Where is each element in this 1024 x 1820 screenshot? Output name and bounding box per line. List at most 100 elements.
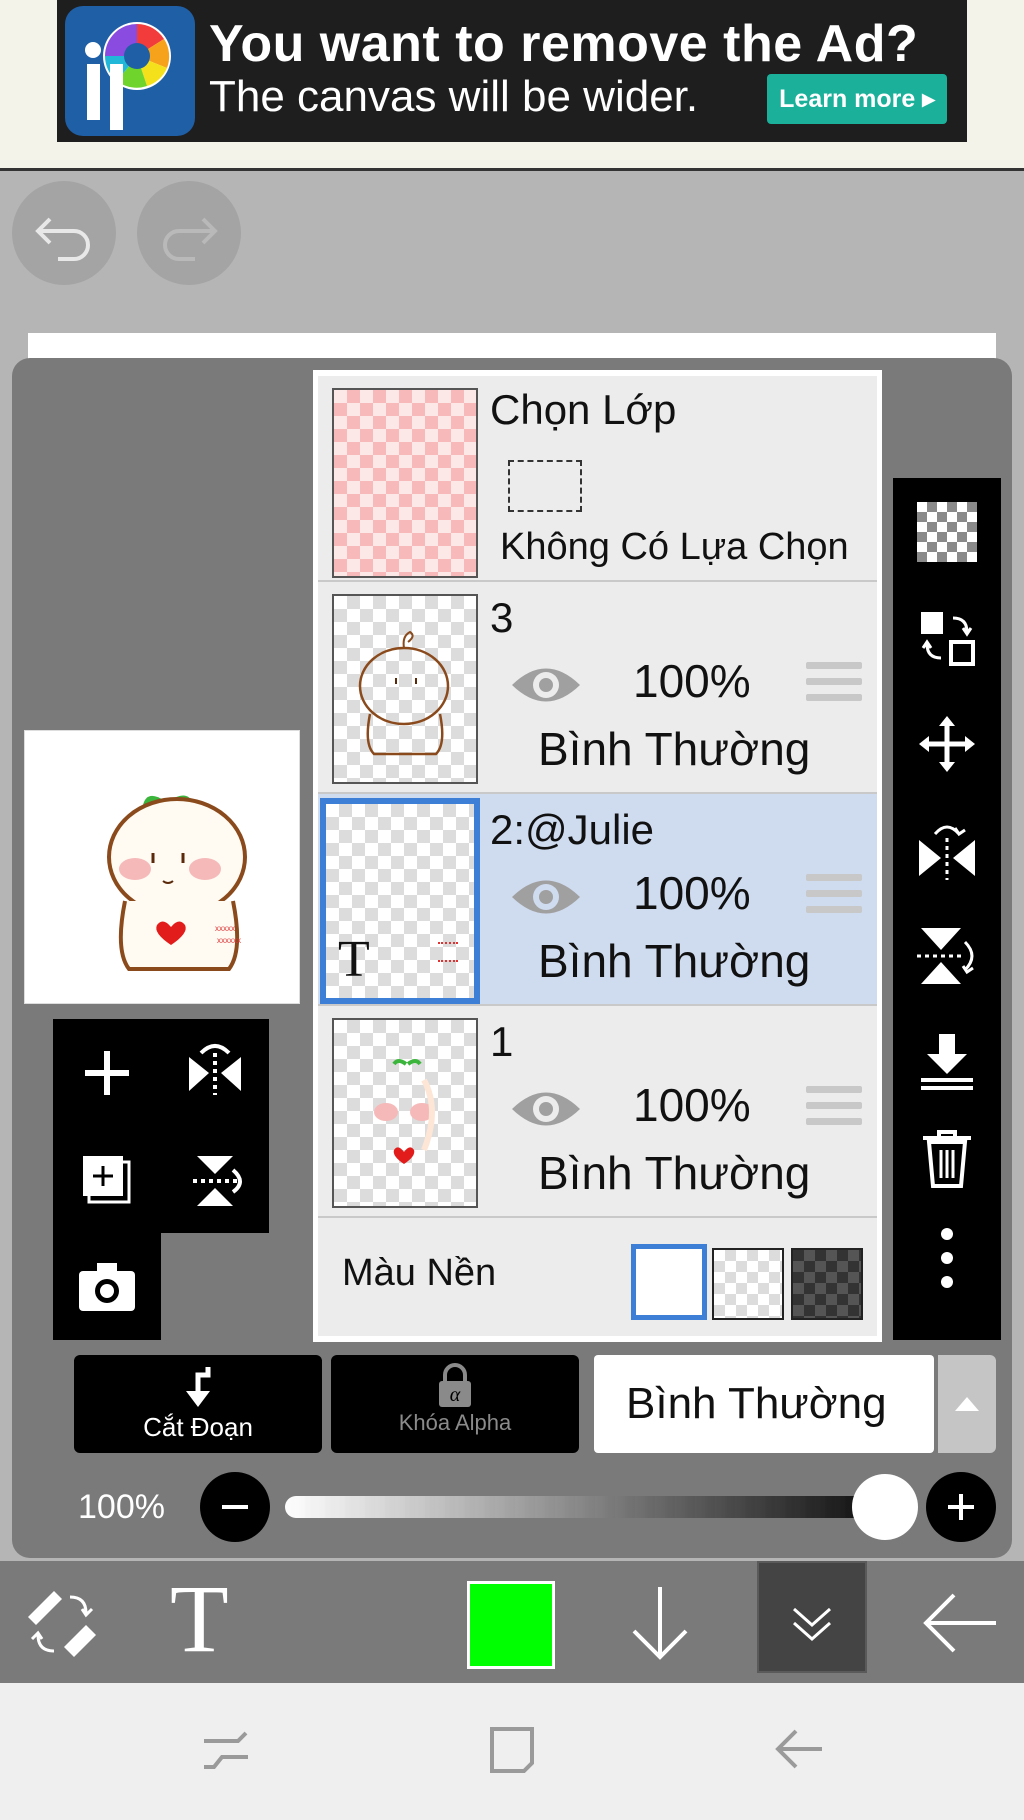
drag-handle-icon[interactable] [806, 1086, 862, 1134]
delete-layer-button[interactable] [893, 1118, 1001, 1198]
tool-switch-button[interactable] [20, 1581, 104, 1665]
selection-layer-row[interactable]: Chọn Lớp Không Có Lựa Chọn [318, 376, 877, 582]
opacity-decrease-button[interactable] [200, 1472, 270, 1542]
background-label: Màu Nền [342, 1252, 497, 1294]
visibility-eye-icon[interactable] [508, 872, 584, 927]
eraser-swap-icon [28, 1591, 96, 1657]
home-icon [490, 1727, 534, 1773]
flip-layer-vertical-button[interactable] [893, 916, 1001, 996]
flip-vertical-icon [193, 1156, 242, 1206]
back-icon [775, 1729, 822, 1769]
visibility-eye-icon[interactable] [508, 1084, 584, 1139]
clipping-label: Cắt Đoạn [143, 1412, 253, 1442]
recent-apps-button[interactable] [196, 1721, 256, 1781]
flip-canvas-horizontal-button[interactable] [161, 1019, 269, 1126]
background-white-swatch[interactable] [631, 1244, 707, 1320]
flip-horizontal-icon [189, 1044, 241, 1095]
text-preview-marks [438, 942, 458, 962]
layer-name: 3 [490, 594, 514, 641]
background-color-row: Màu Nền [318, 1218, 877, 1336]
trash-icon [923, 1130, 971, 1188]
blend-mode-dropdown-button[interactable] [938, 1355, 996, 1453]
bottom-toolbar: T [0, 1561, 1024, 1683]
alpha-lock-icon: α [439, 1363, 471, 1407]
more-icon [941, 1228, 953, 1288]
layer-opacity[interactable]: 100% [633, 654, 751, 708]
text-layer-icon: T [338, 931, 370, 988]
layer-add-icon [83, 1156, 131, 1204]
alpha-lock-button[interactable]: α Khóa Alpha [331, 1355, 579, 1453]
layer-thumbnail [332, 594, 478, 784]
layer-opacity[interactable]: 100% [633, 866, 751, 920]
selection-layer-title: Chọn Lớp [490, 386, 677, 433]
flip-canvas-vertical-button[interactable] [161, 1126, 269, 1233]
undo-icon [35, 217, 90, 261]
checker-icon [917, 502, 977, 562]
layer-down-button[interactable] [620, 1581, 700, 1665]
selection-status: Không Có Lựa Chọn [500, 526, 849, 568]
home-button[interactable] [482, 1719, 542, 1779]
camera-icon [79, 1263, 135, 1311]
svg-text:xxxxxx: xxxxxx [217, 936, 241, 945]
text-tool-button[interactable]: T [170, 1569, 250, 1669]
layer-row[interactable]: 3 100% Bình Thường [318, 582, 877, 794]
layer-row-selected[interactable]: T 2:@Julie 100% Bình Thường [318, 794, 877, 1006]
plus-icon [85, 1051, 129, 1095]
download-icon [632, 1587, 688, 1660]
learn-more-button[interactable]: Learn more ▸ [767, 74, 947, 124]
system-back-button[interactable] [768, 1719, 828, 1779]
recent-apps-icon [204, 1731, 248, 1769]
opacity-slider-thumb[interactable] [852, 1474, 918, 1540]
drag-handle-icon[interactable] [806, 874, 862, 922]
layer-opacity[interactable]: 100% [633, 1078, 751, 1132]
ad-area: You want to remove the Ad? The canvas wi… [0, 0, 1024, 171]
clipping-arrow-icon [186, 1367, 211, 1407]
more-options-button[interactable] [893, 1218, 1001, 1298]
visibility-eye-icon[interactable] [508, 660, 584, 715]
background-dark-swatch[interactable] [791, 1248, 863, 1320]
camera-button[interactable] [53, 1233, 161, 1340]
collapse-panel-button[interactable] [757, 1561, 867, 1673]
undo-button[interactable] [12, 181, 116, 285]
flip-horizontal-icon [919, 825, 975, 880]
layer-blend-mode[interactable]: Bình Thường [538, 1146, 810, 1200]
move-layer-button[interactable] [893, 704, 1001, 784]
layer-blend-mode[interactable]: Bình Thường [538, 934, 810, 988]
ad-banner[interactable]: You want to remove the Ad? The canvas wi… [57, 0, 967, 142]
layer-row[interactable]: 1 100% Bình Thường [318, 1006, 877, 1218]
clipping-button[interactable]: Cắt Đoạn [74, 1355, 322, 1453]
layer-name: 1 [490, 1018, 514, 1065]
back-arrow-icon [923, 1593, 996, 1653]
ad-title: You want to remove the Ad? [209, 15, 919, 73]
blend-mode-select[interactable]: Bình Thường [594, 1355, 934, 1453]
color-swatch[interactable] [467, 1581, 555, 1669]
flip-vertical-icon [917, 928, 974, 984]
play-triangle-icon: ▸ [922, 85, 935, 113]
layer-list: Chọn Lớp Không Có Lựa Chọn 3 100% Bình T… [313, 370, 882, 1342]
back-button[interactable] [918, 1581, 1002, 1665]
learn-more-label: Learn more [779, 85, 916, 113]
ibis-paint-logo [65, 6, 195, 136]
opacity-increase-button[interactable] [926, 1472, 996, 1542]
character-drawing: xxxxx xxxxxx [107, 795, 247, 971]
merge-down-button[interactable] [893, 1022, 1001, 1102]
layer-name: 2:@Julie [490, 806, 655, 853]
layer-blend-mode[interactable]: Bình Thường [538, 722, 810, 776]
transparent-checker-button[interactable] [893, 492, 1001, 572]
layer-thumbnail: T [320, 798, 480, 1004]
add-layer-button[interactable] [53, 1019, 161, 1126]
add-layer-copy-button[interactable] [53, 1126, 161, 1233]
drag-handle-icon[interactable] [806, 662, 862, 710]
background-transparent-swatch[interactable] [712, 1248, 784, 1320]
opacity-slider-track[interactable] [285, 1496, 885, 1518]
canvas-preview[interactable]: xxxxx xxxxxx [24, 730, 300, 1004]
text-icon: T [170, 1565, 229, 1672]
plus-icon [948, 1494, 974, 1520]
svg-text:xxxxx: xxxxx [215, 924, 235, 933]
swap-layer-button[interactable] [893, 598, 1001, 678]
flip-layer-horizontal-button[interactable] [893, 810, 1001, 890]
redo-button[interactable] [137, 181, 241, 285]
ad-subtitle: The canvas will be wider. [209, 72, 699, 121]
redo-icon [163, 217, 218, 261]
merge-down-icon [921, 1034, 973, 1090]
